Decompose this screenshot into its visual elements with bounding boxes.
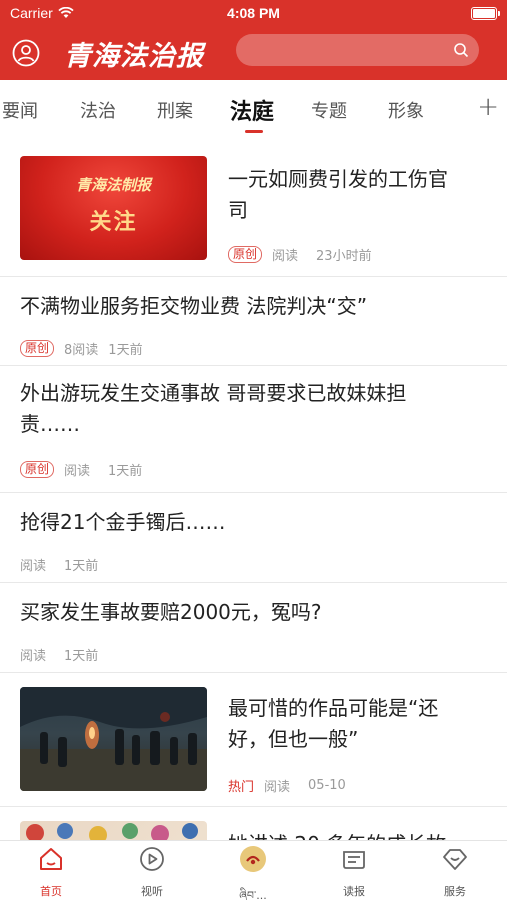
publish-time: 05-10 [308,778,346,793]
news-item[interactable]: 抢得21个金手镯后…… 阅读 1天前 [0,493,507,583]
tab-xingxiang[interactable]: 形象 [388,97,424,123]
nav-label: 服务 [444,885,466,898]
game-scene-image [20,687,207,791]
news-title[interactable]: 不满物业服务拒交物业费 法院判决“交” [20,291,367,322]
nav-label: ཞིབ་... [239,889,267,900]
news-item[interactable]: 不满物业服务拒交物业费 法院判决“交” 原创 8阅读 1天前 [0,277,507,366]
news-item[interactable]: 她讲述 20 多年的成长故 [0,807,507,840]
news-title[interactable]: 一元如厕费引发的工伤官 司 [228,164,488,226]
tab-yaowen[interactable]: 要闻 [2,97,38,123]
status-bar: Carrier 4:08 PM [0,0,507,28]
battery-icon [471,7,500,20]
original-badge: 原创 [20,340,55,357]
news-title[interactable]: 抢得21个金手镯后…… [20,507,225,538]
user-profile-icon[interactable] [12,39,40,67]
publish-time: 1天前 [108,343,143,358]
news-title[interactable]: 最可惜的作品可能是“还 好，但也一般” [228,693,488,755]
read-count: 阅读 [64,464,91,479]
hot-badge: 热门 [228,780,255,795]
original-badge: 原创 [228,246,263,263]
newspaper-icon [343,851,365,869]
nav-tibetan[interactable]: ཞིབ་... [213,845,293,900]
read-count: 8阅读 [64,343,99,358]
news-meta: 阅读 1天前 [20,555,98,574]
read-count: 阅读 [20,559,47,574]
original-badge: 原创 [20,461,55,478]
publish-time: 1天前 [108,464,143,479]
tab-fating[interactable]: 法庭 [230,94,274,126]
news-meta: 原创 阅读 1天前 [20,460,142,479]
nav-label: 首页 [40,885,62,898]
read-count: 阅读 [20,649,47,664]
read-count: 阅读 [264,780,291,795]
thumbnail-logo-text: 青海法制报 [75,176,151,194]
news-meta: 阅读 1天前 [20,645,98,664]
play-circle-icon [140,847,164,871]
service-icon [443,849,467,870]
news-item[interactable]: 买家发生事故要赔2000元，冤吗? 阅读 1天前 [0,583,507,673]
tab-xingan[interactable]: 刑案 [157,97,193,123]
read-count: 阅读 [272,249,299,264]
news-item[interactable]: 青海法制报 关注 一元如厕费引发的工伤官 司 原创 阅读 23小时前 [0,140,507,277]
news-thumbnail[interactable] [20,687,207,791]
bottom-navigation: 首页 视听 ཞིབ་... 读报 服务 [0,840,507,900]
illustration-image [26,823,198,840]
add-channel-icon[interactable]: + [477,92,499,122]
nav-home[interactable]: 首页 [11,845,91,899]
nav-label: 视听 [141,885,163,898]
tab-zhuanti[interactable]: 专题 [311,97,347,123]
app-logo: 青海法治报 [64,41,204,72]
publish-time: 1天前 [64,649,99,664]
news-item[interactable]: 最可惜的作品可能是“还 好，但也一般” 热门 阅读 05-10 [0,673,507,807]
search-icon[interactable] [453,42,469,58]
app-header: 青海法治报 [0,28,507,80]
status-time: 4:08 PM [227,5,280,21]
news-title[interactable]: 外出游玩发生交通事故 哥哥要求已故妹妹担 责…… [20,378,490,440]
news-thumbnail[interactable] [20,821,207,840]
news-title[interactable]: 她讲述 20 多年的成长故 [228,829,446,840]
top-header: Carrier 4:08 PM 青海法治报 [0,0,507,80]
thumbnail-follow-text: 关注 [89,210,138,235]
news-meta: 原创 8阅读 1天前 [20,339,143,358]
news-meta: 原创 阅读 23小时前 [228,245,372,264]
publish-time: 23小时前 [316,249,372,264]
app-screen: Carrier 4:08 PM 青海法治报 要闻 法治 刑案 法庭 专题 形象 … [0,0,507,900]
active-tab-indicator [245,130,263,133]
news-meta: 热门 阅读 05-10 [228,776,346,795]
tibetan-logo-icon [240,846,266,872]
news-item[interactable]: 外出游玩发生交通事故 哥哥要求已故妹妹担 责…… 原创 阅读 1天前 [0,366,507,493]
nav-newspaper[interactable]: 读报 [314,845,394,899]
nav-video[interactable]: 视听 [112,845,192,899]
nav-service[interactable]: 服务 [415,845,495,899]
publish-time: 1天前 [64,559,99,574]
search-bar[interactable] [236,34,479,66]
tab-fazhi[interactable]: 法治 [80,97,116,123]
news-thumbnail[interactable]: 青海法制报 关注 [20,156,207,260]
news-title[interactable]: 买家发生事故要赔2000元，冤吗? [20,597,322,628]
news-feed[interactable]: 青海法制报 关注 一元如厕费引发的工伤官 司 原创 阅读 23小时前 不满物业服… [0,140,507,840]
nav-label: 读报 [343,885,365,898]
home-icon [40,848,62,870]
